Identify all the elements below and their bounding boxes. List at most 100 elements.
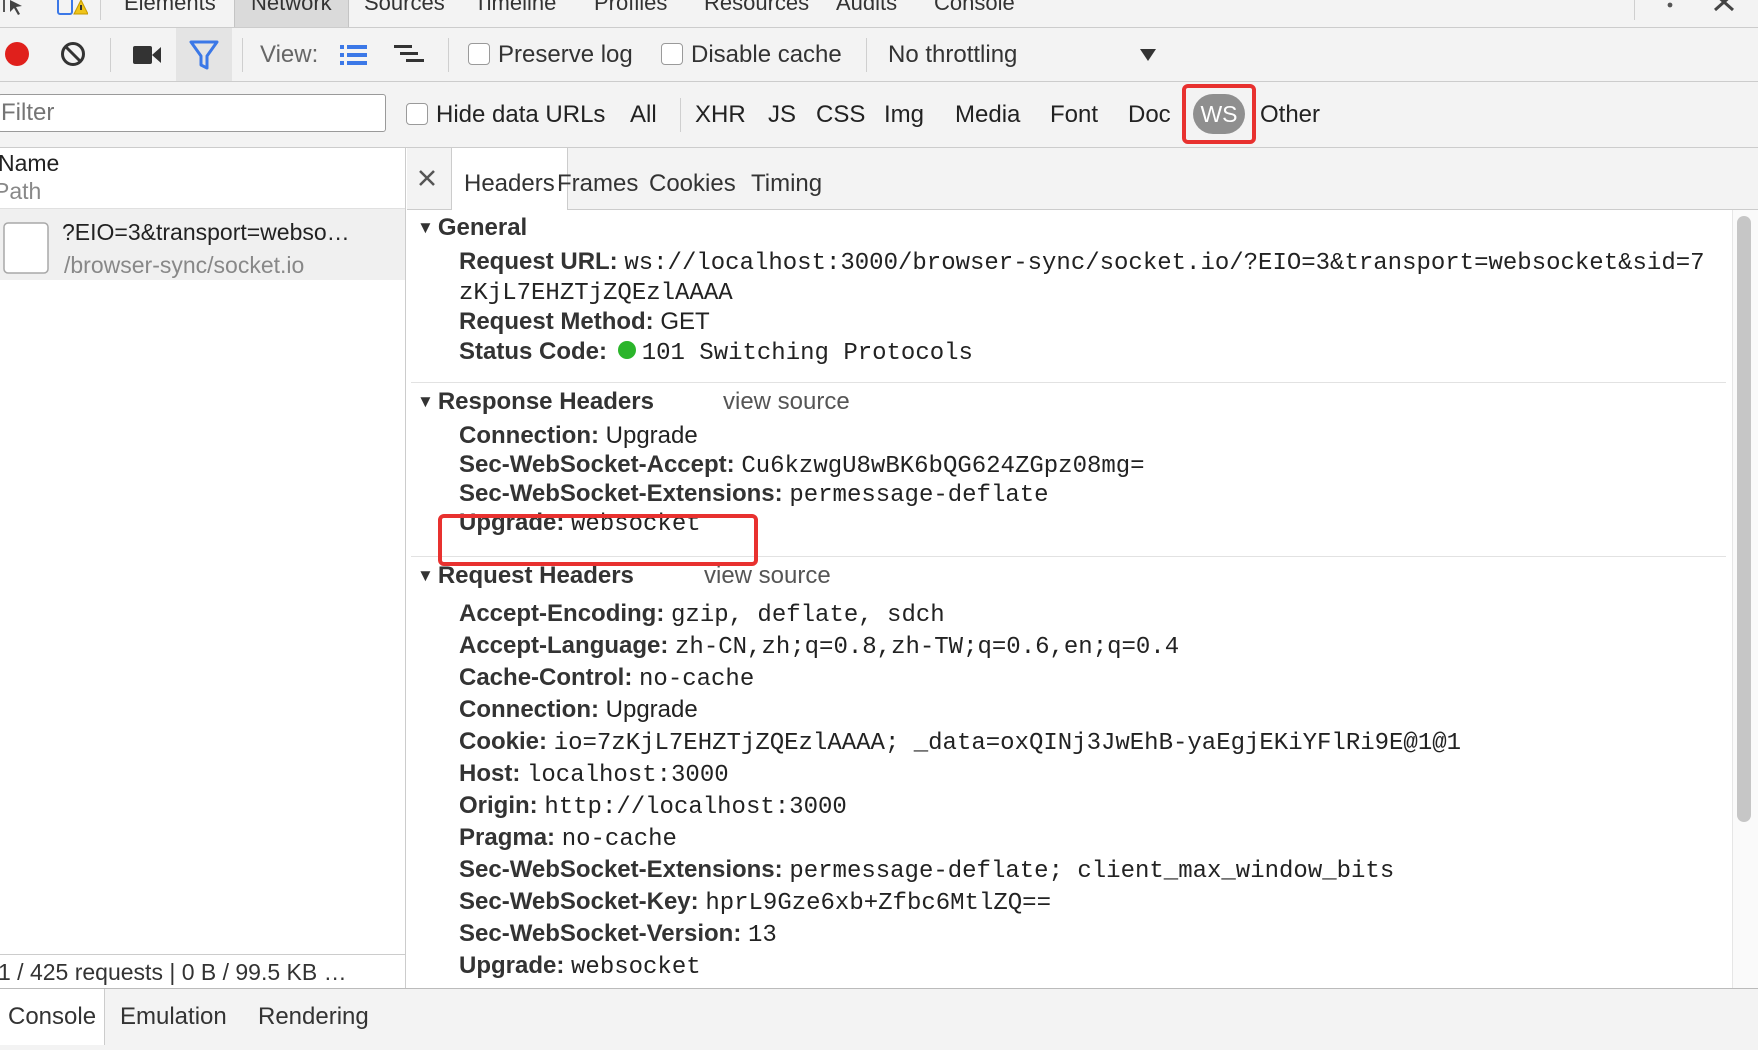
tab-elements[interactable]: Elements — [108, 0, 232, 27]
response-view-source-link[interactable]: view source — [723, 388, 850, 416]
header-key: Cookie: — [459, 728, 548, 755]
drawer-tab-bar: Console Emulation Rendering — [0, 988, 1758, 1050]
request-name: ?EIO=3&transport=webso… — [62, 219, 350, 245]
filter-bar: Hide data URLs All XHR JS CSS Img Media … — [0, 82, 1758, 148]
headers-view: ▼ General Request URL: ws://localhost:300… — [407, 210, 1732, 988]
request-headers-toggle[interactable]: ▼ Request Headers — [417, 562, 634, 590]
overview-icon[interactable] — [392, 42, 426, 68]
header-key: Sec-WebSocket-Extensions: — [459, 480, 783, 507]
preserve-log-label[interactable]: Preserve log — [498, 28, 633, 82]
inspect-element-icon[interactable] — [2, 0, 30, 18]
header-value: http://localhost:3000 — [544, 794, 847, 821]
tab-timing[interactable]: Timing — [739, 148, 834, 210]
triangle-down-icon: ▼ — [417, 566, 434, 585]
header-key: Sec-WebSocket-Key: — [459, 888, 699, 915]
triangle-down-icon: ▼ — [417, 392, 434, 411]
network-toolbar: View: Preserve log Disable cache No thro… — [0, 28, 1758, 82]
throttling-select[interactable]: No throttling — [888, 28, 1017, 82]
file-icon — [2, 221, 50, 275]
filter-type-js[interactable]: JS — [768, 82, 796, 148]
request-header-row: Pragma: no-cache — [459, 824, 677, 853]
header-value: 13 — [748, 922, 777, 949]
scrollbar-thumb[interactable] — [1737, 216, 1751, 822]
more-options-icon[interactable] — [1662, 0, 1678, 18]
response-header-row: Sec-WebSocket-Extensions: permessage-def… — [459, 480, 1049, 509]
status-code-value: 101 Switching Protocols — [641, 340, 973, 367]
filter-type-all[interactable]: All — [630, 82, 657, 148]
request-method-key: Request Method: — [459, 308, 654, 335]
request-header-row: Accept-Language: zh-CN,zh;q=0.8,zh-TW;q=… — [459, 632, 1179, 661]
response-headers-toggle[interactable]: ▼ Response Headers — [417, 388, 654, 416]
preserve-log-checkbox[interactable] — [468, 43, 490, 65]
hide-data-urls-checkbox[interactable] — [406, 103, 428, 125]
request-header-row: Cookie: io=7zKjL7EHZTjZQEzlAAAA; _data=o… — [459, 728, 1461, 757]
drawer-tab-rendering[interactable]: Rendering — [250, 989, 377, 1045]
filter-type-doc[interactable]: Doc — [1128, 82, 1171, 148]
tab-network[interactable]: Network — [234, 0, 349, 27]
capture-screenshots-icon[interactable] — [132, 44, 162, 66]
header-value: no-cache — [561, 826, 677, 853]
filter-type-font[interactable]: Font — [1050, 82, 1098, 148]
header-key: Connection: — [459, 422, 599, 449]
disable-cache-checkbox[interactable] — [661, 43, 683, 65]
request-path: /browser-sync/socket.io — [64, 252, 305, 278]
drawer-tab-emulation[interactable]: Emulation — [112, 989, 235, 1045]
header-value: permessage-deflate — [789, 482, 1049, 509]
tab-profiles[interactable]: Profiles — [578, 0, 683, 27]
request-list: Name Path ?EIO=3&transport=webso… /brows… — [0, 148, 406, 988]
detail-tab-bar: Headers Frames Cookies Timing — [407, 148, 1758, 211]
request-view-source-link[interactable]: view source — [704, 562, 831, 590]
devtools-tab-bar: Elements Network Sources Timeline Profil… — [0, 0, 1758, 28]
tab-console[interactable]: Console — [918, 0, 1031, 27]
general-section-toggle[interactable]: ▼ General — [417, 214, 527, 242]
header-key: Cache-Control: — [459, 664, 633, 691]
header-key: Pragma: — [459, 824, 556, 851]
chevron-down-icon[interactable] — [1138, 47, 1158, 63]
request-header-row: Upgrade: websocket — [459, 952, 701, 981]
column-path-header[interactable]: Path — [0, 176, 41, 206]
record-button[interactable] — [4, 41, 30, 67]
tab-frames[interactable]: Frames — [545, 148, 650, 210]
filter-toggle-button[interactable] — [176, 28, 232, 81]
header-key: Host: — [459, 760, 521, 787]
tab-sources[interactable]: Sources — [348, 0, 461, 27]
tab-audits[interactable]: Audits — [820, 0, 913, 27]
request-url-value-cont: zKjL7EHZTjZQEzlAAAA — [459, 280, 733, 307]
header-value: localhost:3000 — [527, 762, 729, 789]
tab-timeline[interactable]: Timeline — [458, 0, 572, 27]
column-name-header[interactable]: Name — [0, 148, 59, 178]
request-header-row: Connection: Upgrade — [459, 696, 698, 724]
request-header-row: Sec-WebSocket-Version: 13 — [459, 920, 777, 949]
header-value: websocket — [571, 954, 701, 981]
request-method-row: Request Method: GET — [459, 308, 710, 336]
device-mode-icon[interactable] — [56, 0, 89, 18]
table-row[interactable]: ?EIO=3&transport=webso… /browser-sync/so… — [0, 208, 405, 280]
request-headers-title: Request Headers — [437, 562, 634, 589]
filter-type-css[interactable]: CSS — [816, 82, 865, 148]
request-summary: 1 / 425 requests | 0 B / 99.5 KB … — [0, 959, 347, 985]
tab-cookies[interactable]: Cookies — [637, 148, 748, 210]
header-key: Accept-Language: — [459, 632, 669, 659]
close-devtools-icon[interactable] — [1712, 0, 1736, 18]
clear-button[interactable] — [60, 41, 86, 67]
close-icon[interactable] — [417, 168, 437, 188]
tab-resources[interactable]: Resources — [688, 0, 825, 27]
hide-data-urls-label[interactable]: Hide data URLs — [436, 82, 605, 148]
filter-type-xhr[interactable]: XHR — [695, 82, 746, 148]
disable-cache-label[interactable]: Disable cache — [691, 28, 842, 82]
large-rows-icon[interactable] — [338, 42, 370, 68]
request-status-bar: 1 / 425 requests | 0 B / 99.5 KB … — [0, 954, 405, 988]
header-key: Accept-Encoding: — [459, 600, 665, 627]
header-value: Upgrade — [605, 696, 698, 723]
ws-highlight-box — [1182, 84, 1256, 144]
filter-type-media[interactable]: Media — [955, 82, 1020, 148]
filter-type-other[interactable]: Other — [1260, 82, 1320, 148]
header-key: Sec-WebSocket-Accept: — [459, 451, 735, 478]
filter-input[interactable] — [0, 94, 386, 132]
drawer-tab-console[interactable]: Console — [0, 989, 106, 1045]
status-code-row: Status Code: 101 Switching Protocols — [459, 338, 973, 367]
filter-type-img[interactable]: Img — [884, 82, 924, 148]
response-headers-title: Response Headers — [437, 388, 654, 415]
request-url-row-cont: zKjL7EHZTjZQEzlAAAA — [459, 278, 733, 307]
request-header-row: Host: localhost:3000 — [459, 760, 729, 789]
